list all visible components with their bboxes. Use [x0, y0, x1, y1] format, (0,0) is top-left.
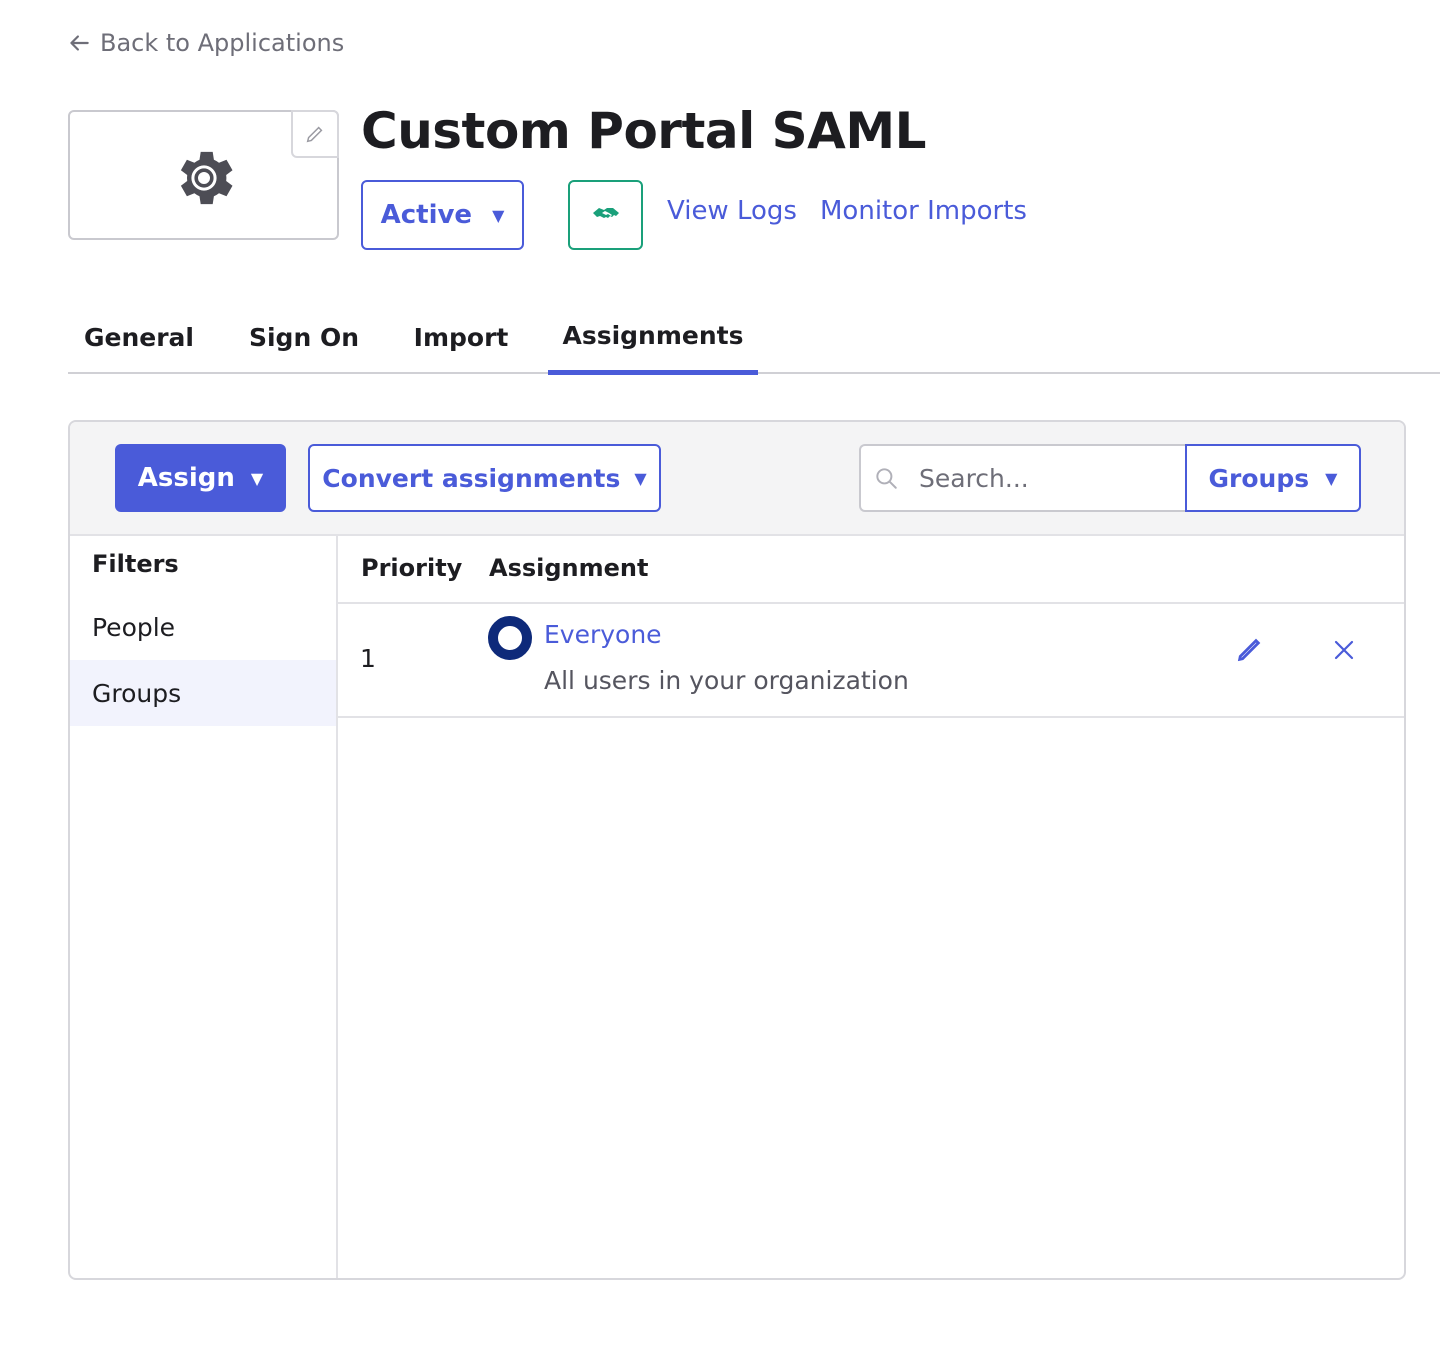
group-description: All users in your organization — [544, 666, 909, 695]
table-header: Priority Assignment — [338, 536, 1404, 604]
filter-groups[interactable]: Groups — [70, 660, 336, 726]
monitor-imports-link[interactable]: Monitor Imports — [820, 196, 1027, 226]
handshake-icon — [592, 208, 619, 218]
gear-icon — [180, 151, 233, 205]
status-label: Active — [380, 200, 473, 230]
caret-down-icon: ▼ — [250, 468, 264, 488]
column-header-priority: Priority — [361, 554, 463, 582]
pencil-icon[interactable] — [1235, 636, 1263, 664]
tab-bar: General Sign On Import Assignments — [68, 300, 1440, 375]
search-input[interactable] — [919, 463, 1169, 493]
back-link-label: Back to Applications — [100, 29, 345, 57]
back-to-applications-link[interactable]: Back to Applications — [66, 26, 344, 60]
tab-general[interactable]: General — [68, 300, 210, 374]
app-logo — [68, 110, 339, 240]
assign-button-label: Assign — [137, 463, 235, 493]
priority-cell: 1 — [360, 644, 376, 673]
assignments-toolbar: Assign ▼ Convert assignments ▼ Groups ▼ — [70, 422, 1404, 536]
status-dropdown[interactable]: Active ▼ — [361, 180, 524, 250]
provisioning-button[interactable] — [568, 180, 643, 250]
view-logs-link[interactable]: View Logs — [667, 196, 797, 226]
caret-down-icon: ▼ — [1325, 468, 1338, 488]
assignment-type-label: Groups — [1208, 463, 1310, 493]
assign-button[interactable]: Assign ▼ — [115, 444, 286, 512]
table-row: 1 Everyone All users in your organizatio… — [338, 604, 1404, 718]
close-icon[interactable] — [1332, 638, 1356, 662]
arrow-left-icon — [70, 35, 89, 51]
assignments-panel: Assign ▼ Convert assignments ▼ Groups ▼ … — [68, 420, 1406, 1280]
caret-down-icon: ▼ — [492, 205, 505, 225]
group-name-link[interactable]: Everyone — [544, 620, 662, 649]
filter-people[interactable]: People — [70, 594, 336, 660]
tab-sign-on[interactable]: Sign On — [236, 300, 372, 374]
caret-down-icon: ▼ — [634, 468, 647, 488]
column-header-assignment: Assignment — [489, 554, 649, 582]
search-icon — [876, 468, 897, 489]
tab-assignments[interactable]: Assignments — [548, 300, 758, 375]
tab-import[interactable]: Import — [398, 300, 524, 374]
edit-logo-button[interactable] — [291, 110, 339, 158]
convert-assignments-button[interactable]: Convert assignments ▼ — [308, 444, 661, 512]
page-title: Custom Portal SAML — [361, 102, 926, 160]
filters-title: Filters — [92, 550, 179, 578]
convert-assignments-label: Convert assignments — [322, 463, 621, 493]
filters-sidebar: Filters People Groups — [70, 536, 338, 1278]
pencil-icon — [306, 126, 323, 143]
group-icon — [488, 616, 532, 660]
search-box — [859, 444, 1186, 512]
assignment-type-select[interactable]: Groups ▼ — [1185, 444, 1361, 512]
assignments-table: Priority Assignment 1 Everyone All users… — [338, 536, 1404, 1278]
